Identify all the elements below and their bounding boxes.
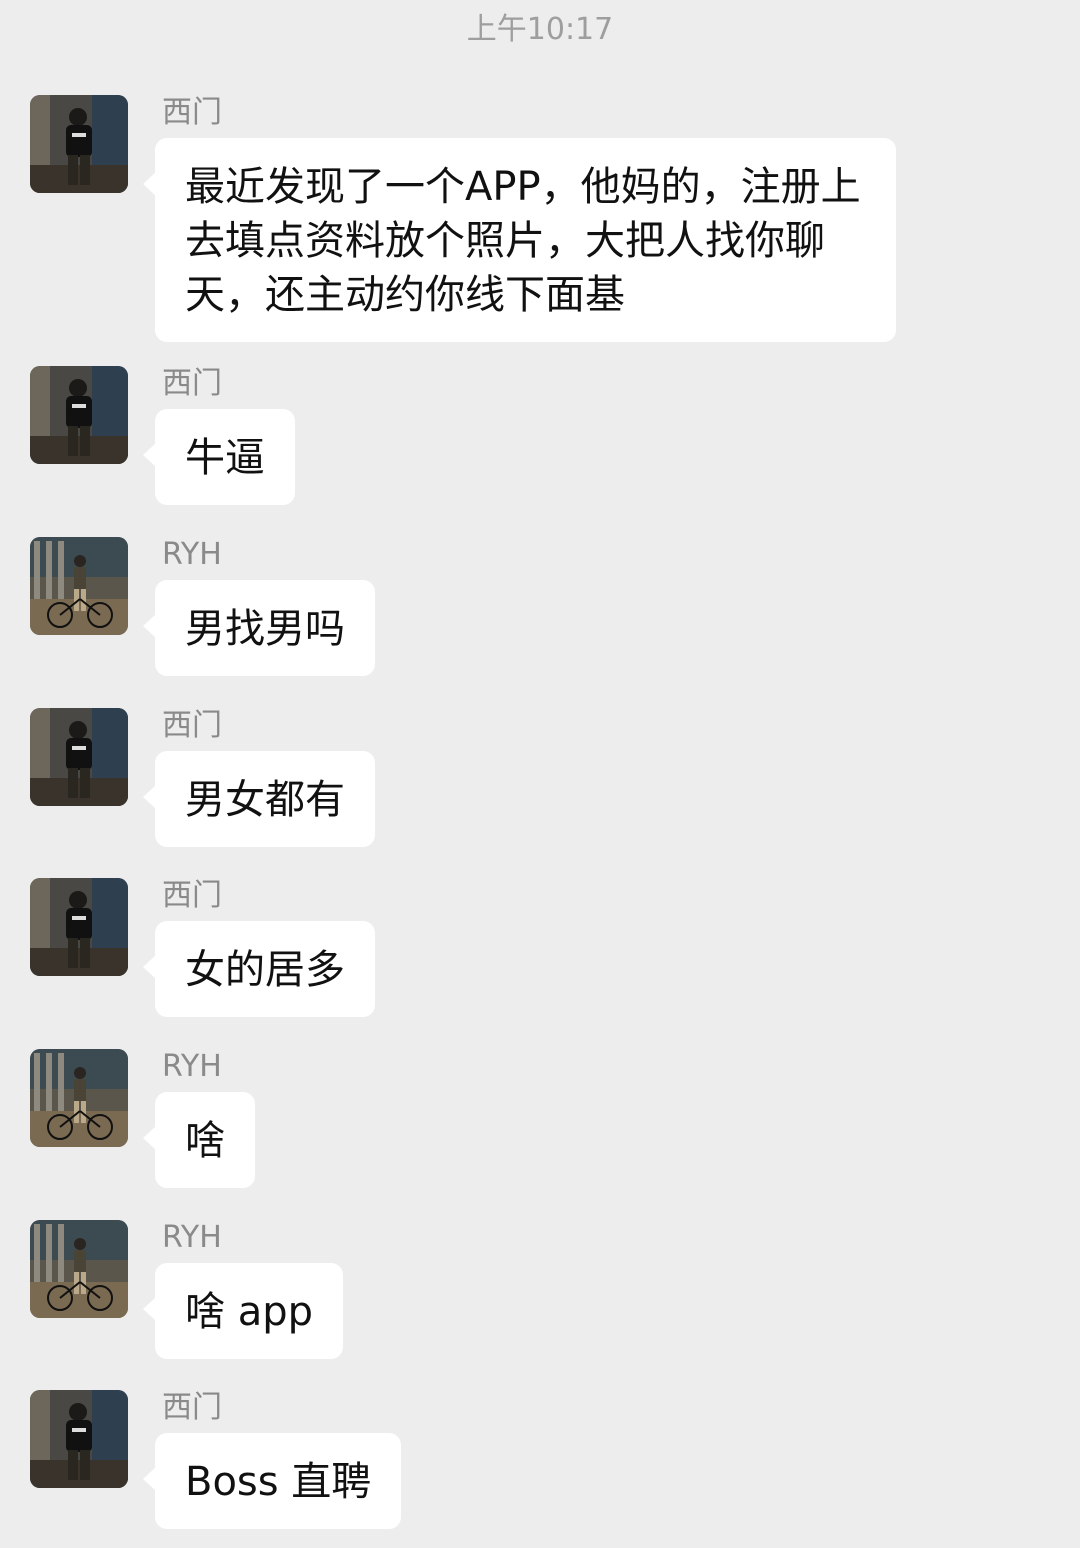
message-bubble[interactable]: Boss 直聘 bbox=[142, 1433, 402, 1529]
sender-name: 西门 bbox=[162, 878, 222, 913]
sender-name: RYH bbox=[162, 1049, 222, 1084]
ximen-avatar[interactable] bbox=[30, 95, 128, 193]
message-bubble[interactable]: 女的居多 bbox=[143, 921, 375, 1017]
message-bubble[interactable]: 啥 bbox=[143, 1092, 255, 1188]
ryh-avatar[interactable] bbox=[30, 1220, 128, 1318]
ryh-avatar[interactable] bbox=[30, 1049, 128, 1147]
message-bubble[interactable]: 最近发现了一个APP，他妈的，注册上去填点资料放个照片，大把人找你聊天，还主动约… bbox=[143, 138, 896, 342]
sender-name: 西门 bbox=[162, 95, 222, 130]
sender-name: 西门 bbox=[162, 366, 222, 401]
sender-name: 西门 bbox=[162, 1390, 222, 1425]
message-bubble[interactable]: 牛逼 bbox=[143, 409, 295, 505]
ryh-avatar[interactable] bbox=[30, 537, 128, 635]
sender-name: RYH bbox=[162, 1220, 222, 1255]
message-timestamp: 上午10:17 bbox=[466, 12, 614, 47]
chat-view: 上午10:17 西门 最近发现了一个APP，他妈的，注册上去填点资料放个照片，大… bbox=[0, 0, 1080, 1548]
ximen-avatar[interactable] bbox=[30, 366, 128, 464]
ximen-avatar[interactable] bbox=[30, 1390, 128, 1488]
message-bubble[interactable]: 啥 app bbox=[142, 1263, 344, 1359]
message-bubble[interactable]: 男女都有 bbox=[143, 751, 375, 847]
sender-name: 西门 bbox=[162, 708, 222, 743]
message-bubble[interactable]: 男找男吗 bbox=[143, 580, 375, 676]
sender-name: RYH bbox=[162, 537, 222, 572]
ximen-avatar[interactable] bbox=[30, 708, 128, 806]
ximen-avatar[interactable] bbox=[30, 878, 128, 976]
